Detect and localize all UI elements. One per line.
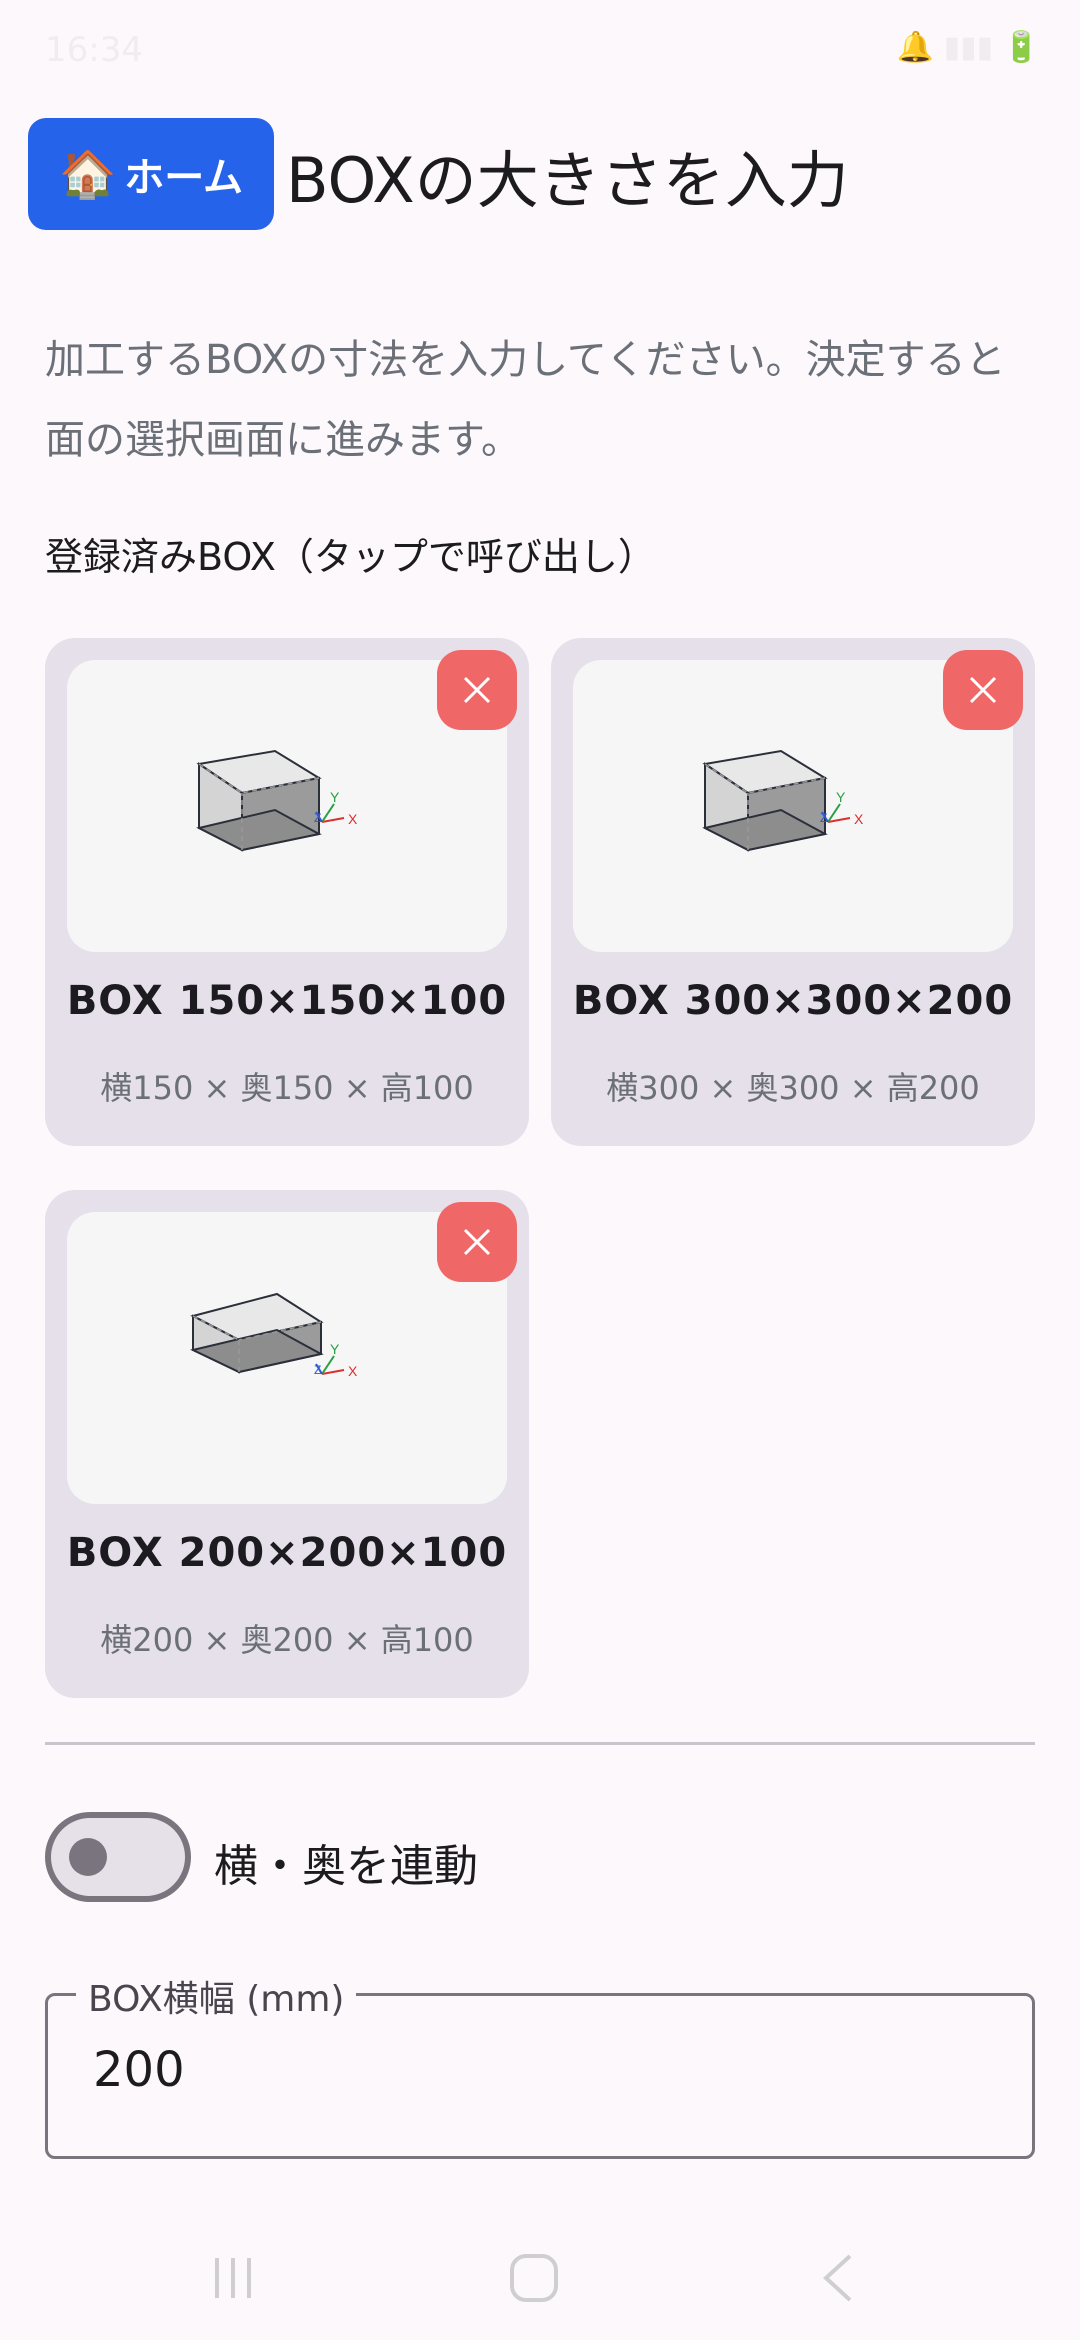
box-dimensions: 横300 × 奥300 × 高200 — [606, 1069, 980, 1107]
box-width-value[interactable]: 200 — [93, 2042, 185, 2098]
axis-gizmo-icon: X Y Z — [314, 1342, 358, 1379]
back-icon[interactable] — [810, 2250, 866, 2310]
axis-z-label: Z — [314, 811, 321, 825]
axis-z-label: Z — [820, 811, 827, 825]
saved-box-card[interactable]: X Y Z BOX 150×150×100 横150 × 奥150 × 高100 — [45, 638, 529, 1146]
home-icon[interactable] — [506, 2250, 562, 2310]
house-icon: 🏠 — [58, 146, 117, 201]
axis-y-label: Y — [330, 790, 340, 805]
saved-boxes-label: 登録済みBOX（タップで呼び出し） — [45, 535, 656, 579]
page-title: BOXの大きさを入力 — [286, 144, 849, 217]
recent-apps-icon[interactable] — [205, 2250, 261, 2310]
status-bar: 16:34 🔔 ▮▮▮ 🔋 — [0, 0, 1080, 100]
toggle-label: 横・奥を連動 — [214, 1841, 478, 1892]
box-width-field-label: BOX横幅 (mm) — [76, 1970, 357, 2022]
box-dimensions: 横200 × 奥200 × 高100 — [100, 1621, 474, 1659]
axis-x-label: X — [348, 811, 358, 827]
axis-x-label: X — [854, 811, 864, 827]
saved-box-card[interactable]: X Y Z BOX 200×200×100 横200 × 奥200 × 高100 — [45, 1190, 529, 1698]
home-button[interactable]: 🏠 ホーム — [28, 118, 274, 230]
axis-y-label: Y — [836, 790, 846, 805]
axis-y-label: Y — [330, 1342, 340, 1357]
saved-box-card[interactable]: X Y Z BOX 300×300×200 横300 × 奥300 × 高200 — [551, 638, 1035, 1146]
box-name: BOX 150×150×100 — [66, 978, 508, 1024]
page-description: 加工するBOXの寸法を入力してください。決定すると面の選択画面に進みます。 — [45, 337, 1006, 463]
close-icon — [463, 676, 491, 704]
box-name: BOX 200×200×100 — [66, 1530, 508, 1576]
toggle-knob — [69, 1838, 107, 1876]
axis-gizmo-icon: X Y Z — [820, 790, 864, 827]
close-icon — [463, 1228, 491, 1256]
box-width-field[interactable]: BOX横幅 (mm) 200 — [45, 1970, 1035, 2159]
delete-box-button[interactable] — [437, 650, 517, 730]
divider — [45, 1742, 1035, 1745]
axis-x-label: X — [348, 1363, 358, 1379]
home-button-label: ホーム — [124, 155, 244, 201]
system-nav-bar — [0, 2220, 1080, 2340]
delete-box-button[interactable] — [437, 1202, 517, 1282]
status-icons: 🔔 ▮▮▮ 🔋 — [896, 30, 1040, 65]
box-name: BOX 300×300×200 — [572, 978, 1014, 1024]
close-icon — [969, 676, 997, 704]
axis-gizmo-icon: X Y Z — [314, 790, 358, 827]
delete-box-button[interactable] — [943, 650, 1023, 730]
link-width-depth-toggle[interactable] — [45, 1812, 191, 1902]
box-dimensions: 横150 × 奥150 × 高100 — [100, 1069, 474, 1107]
status-time: 16:34 — [45, 30, 143, 70]
axis-z-label: Z — [314, 1363, 321, 1377]
